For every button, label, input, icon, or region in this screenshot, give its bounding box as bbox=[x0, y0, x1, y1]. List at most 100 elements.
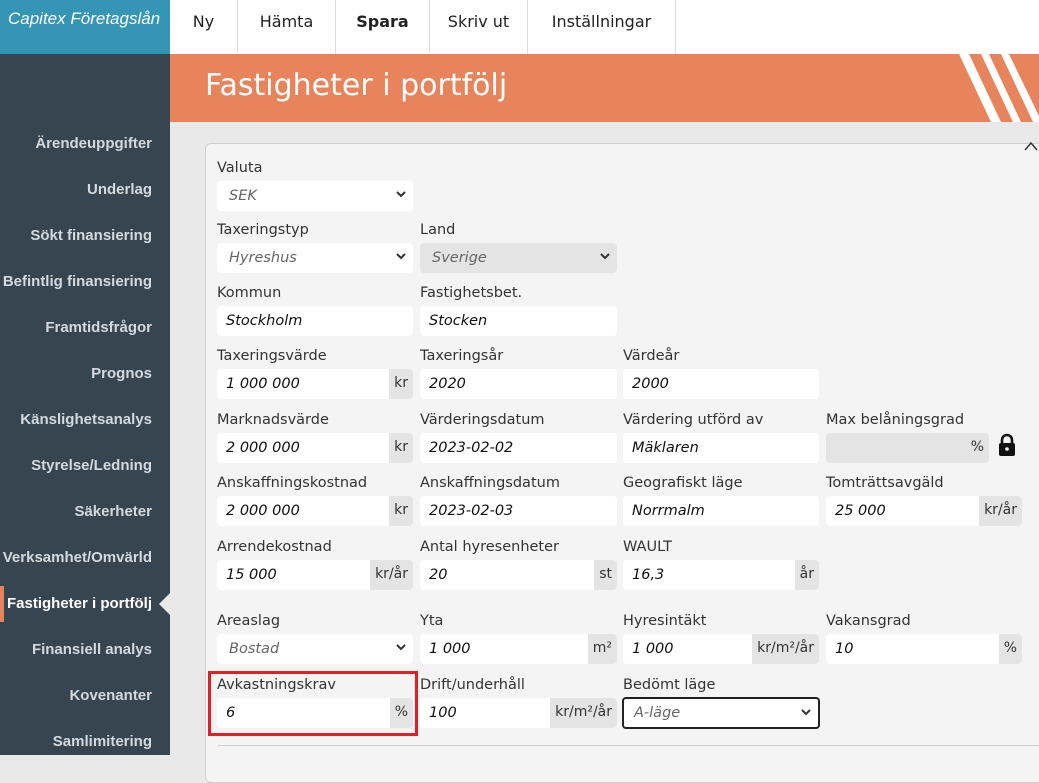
antal-hyresenheter-input[interactable]: 20 st bbox=[420, 560, 617, 590]
vardear-label: Värdeår bbox=[623, 348, 680, 364]
antal-hyresenheter-unit: st bbox=[594, 560, 617, 590]
drift-underhall-value: 100 bbox=[429, 705, 457, 721]
chevron-down-icon bbox=[396, 191, 406, 198]
drift-underhall-input[interactable]: 100 kr/m²/år bbox=[420, 698, 617, 728]
top-menu: Ny Hämta Spara Skriv ut Inställningar bbox=[170, 0, 1039, 54]
menu-installningar[interactable]: Inställningar bbox=[528, 0, 676, 54]
taxeringsvarde-value: 1 000 000 bbox=[226, 376, 300, 392]
sidebar-item-sakerheter[interactable]: Säkerheter bbox=[74, 503, 152, 520]
anskaffningskostnad-value: 2 000 000 bbox=[226, 503, 300, 519]
kommun-input[interactable]: Stockholm bbox=[217, 306, 413, 336]
chevron-up-icon[interactable] bbox=[1024, 141, 1038, 151]
yta-unit: m² bbox=[587, 634, 617, 664]
wault-unit: år bbox=[794, 560, 819, 590]
geografiskt-lage-input[interactable]: Norrmalm bbox=[623, 496, 819, 526]
max-belaningsgrad-label: Max belåningsgrad bbox=[826, 412, 965, 428]
menu-hamta[interactable]: Hämta bbox=[238, 0, 336, 54]
anskaffningskostnad-input[interactable]: 2 000 000 kr bbox=[217, 496, 413, 526]
menu-spara[interactable]: Spara bbox=[336, 0, 430, 54]
decorative-stripes bbox=[959, 54, 1039, 122]
lock-icon[interactable] bbox=[997, 433, 1017, 457]
arrendekostnad-unit: kr/år bbox=[370, 560, 413, 590]
bedomt-lage-select[interactable]: A-läge bbox=[622, 697, 820, 729]
taxeringsar-input[interactable]: 2020 bbox=[420, 369, 617, 399]
sidebar-item-finansiell-analys[interactable]: Finansiell analys bbox=[32, 641, 152, 658]
varderingsdatum-input[interactable]: 2023-02-02 bbox=[420, 433, 617, 463]
valuta-select[interactable]: SEK bbox=[217, 181, 413, 211]
tomtrattsavgald-unit: kr/år bbox=[979, 496, 1022, 526]
valuta-label: Valuta bbox=[217, 160, 263, 176]
drift-underhall-unit: kr/m²/år bbox=[550, 698, 617, 728]
sidebar: Ärendeuppgifter Underlag Sökt finansieri… bbox=[0, 54, 170, 755]
section-divider bbox=[218, 745, 1039, 746]
arrendekostnad-value: 15 000 bbox=[226, 567, 277, 583]
arrendekostnad-label: Arrendekostnad bbox=[217, 539, 332, 555]
land-value: Sverige bbox=[432, 250, 487, 266]
arrendekostnad-input[interactable]: 15 000 kr/år bbox=[217, 560, 413, 590]
vakansgrad-label: Vakansgrad bbox=[826, 613, 911, 629]
anskaffningskostnad-label: Anskaffningskostnad bbox=[217, 475, 368, 491]
hyresintakt-input[interactable]: 1 000 kr/m²/år bbox=[623, 634, 819, 664]
vakansgrad-unit: % bbox=[998, 634, 1022, 664]
fastighetsbet-label: Fastighetsbet. bbox=[420, 285, 523, 301]
wault-label: WAULT bbox=[623, 539, 673, 555]
taxeringsar-label: Taxeringsår bbox=[420, 348, 504, 364]
marknadsvarde-input[interactable]: 2 000 000 kr bbox=[217, 433, 413, 463]
marknadsvarde-value: 2 000 000 bbox=[226, 440, 300, 456]
taxeringsvarde-unit: kr bbox=[389, 369, 413, 399]
menu-ny[interactable]: Ny bbox=[170, 0, 238, 54]
geografiskt-lage-label: Geografiskt läge bbox=[623, 475, 743, 491]
taxeringsvarde-input[interactable]: 1 000 000 kr bbox=[217, 369, 413, 399]
highlight-box bbox=[208, 671, 418, 736]
fastighetsbet-input[interactable]: Stocken bbox=[420, 306, 617, 336]
page-header: Fastigheter i portfölj bbox=[170, 54, 1039, 122]
sidebar-item-prognos[interactable]: Prognos bbox=[91, 365, 152, 382]
anskaffningsdatum-input[interactable]: 2023-02-03 bbox=[420, 496, 617, 526]
sidebar-item-kanslighetsanalys[interactable]: Känslighetsanalys bbox=[20, 411, 152, 428]
sidebar-item-framtidsfragor[interactable]: Framtidsfrågor bbox=[45, 319, 152, 336]
anskaffningsdatum-label: Anskaffningsdatum bbox=[420, 475, 560, 491]
areaslag-value: Bostad bbox=[229, 641, 280, 657]
hyresintakt-value: 1 000 bbox=[632, 641, 674, 657]
chevron-down-icon bbox=[600, 253, 610, 260]
sidebar-item-verksamhet-omvarld[interactable]: Verksamhet/Omvärld bbox=[3, 549, 152, 566]
hyresintakt-label: Hyresintäkt bbox=[623, 613, 707, 629]
yta-input[interactable]: 1 000 m² bbox=[420, 634, 617, 664]
vakansgrad-value: 10 bbox=[835, 641, 854, 657]
vardering-utford-av-label: Värdering utförd av bbox=[623, 412, 764, 428]
sidebar-item-kovenanter[interactable]: Kovenanter bbox=[69, 687, 152, 704]
marknadsvarde-unit: kr bbox=[389, 433, 413, 463]
yta-value: 1 000 bbox=[429, 641, 471, 657]
antal-hyresenheter-label: Antal hyresenheter bbox=[420, 539, 559, 555]
anskaffningskostnad-unit: kr bbox=[389, 496, 413, 526]
chevron-down-icon bbox=[396, 644, 406, 651]
max-belaningsgrad-input: % bbox=[826, 433, 989, 463]
sidebar-item-arendeuppgifter[interactable]: Ärendeuppgifter bbox=[35, 135, 152, 152]
sidebar-item-fastigheter-i-portfolj[interactable]: Fastigheter i portfölj bbox=[7, 595, 152, 612]
vardear-input[interactable]: 2000 bbox=[623, 369, 819, 399]
wault-input[interactable]: 16,3 år bbox=[623, 560, 819, 590]
wault-value: 16,3 bbox=[632, 567, 665, 583]
vardering-utford-av-input[interactable]: Mäklaren bbox=[623, 433, 819, 463]
vakansgrad-input[interactable]: 10 % bbox=[826, 634, 1022, 664]
active-indicator bbox=[0, 586, 4, 622]
active-notch bbox=[159, 593, 170, 615]
sidebar-item-befintlig-finansiering[interactable]: Befintlig finansiering bbox=[3, 273, 152, 290]
areaslag-select[interactable]: Bostad bbox=[217, 634, 413, 664]
sidebar-item-samlimitering[interactable]: Samlimitering bbox=[53, 733, 152, 750]
sidebar-item-underlag[interactable]: Underlag bbox=[87, 181, 152, 198]
valuta-value: SEK bbox=[229, 188, 257, 204]
areaslag-label: Areaslag bbox=[217, 613, 281, 629]
taxeringsvarde-label: Taxeringsvärde bbox=[217, 348, 327, 364]
tomtrattsavgald-value: 25 000 bbox=[835, 503, 886, 519]
tomtrattsavgald-input[interactable]: 25 000 kr/år bbox=[826, 496, 1022, 526]
menu-skriv-ut[interactable]: Skriv ut bbox=[430, 0, 528, 54]
bedomt-lage-label: Bedömt läge bbox=[623, 677, 716, 693]
taxeringstyp-label: Taxeringstyp bbox=[217, 222, 309, 238]
chevron-down-icon bbox=[801, 709, 811, 716]
sidebar-item-sokt-finansiering[interactable]: Sökt finansiering bbox=[30, 227, 152, 244]
antal-hyresenheter-value: 20 bbox=[429, 567, 448, 583]
sidebar-item-styrelse-ledning[interactable]: Styrelse/Ledning bbox=[31, 457, 152, 474]
marknadsvarde-label: Marknadsvärde bbox=[217, 412, 329, 428]
taxeringstyp-select[interactable]: Hyreshus bbox=[217, 243, 413, 273]
